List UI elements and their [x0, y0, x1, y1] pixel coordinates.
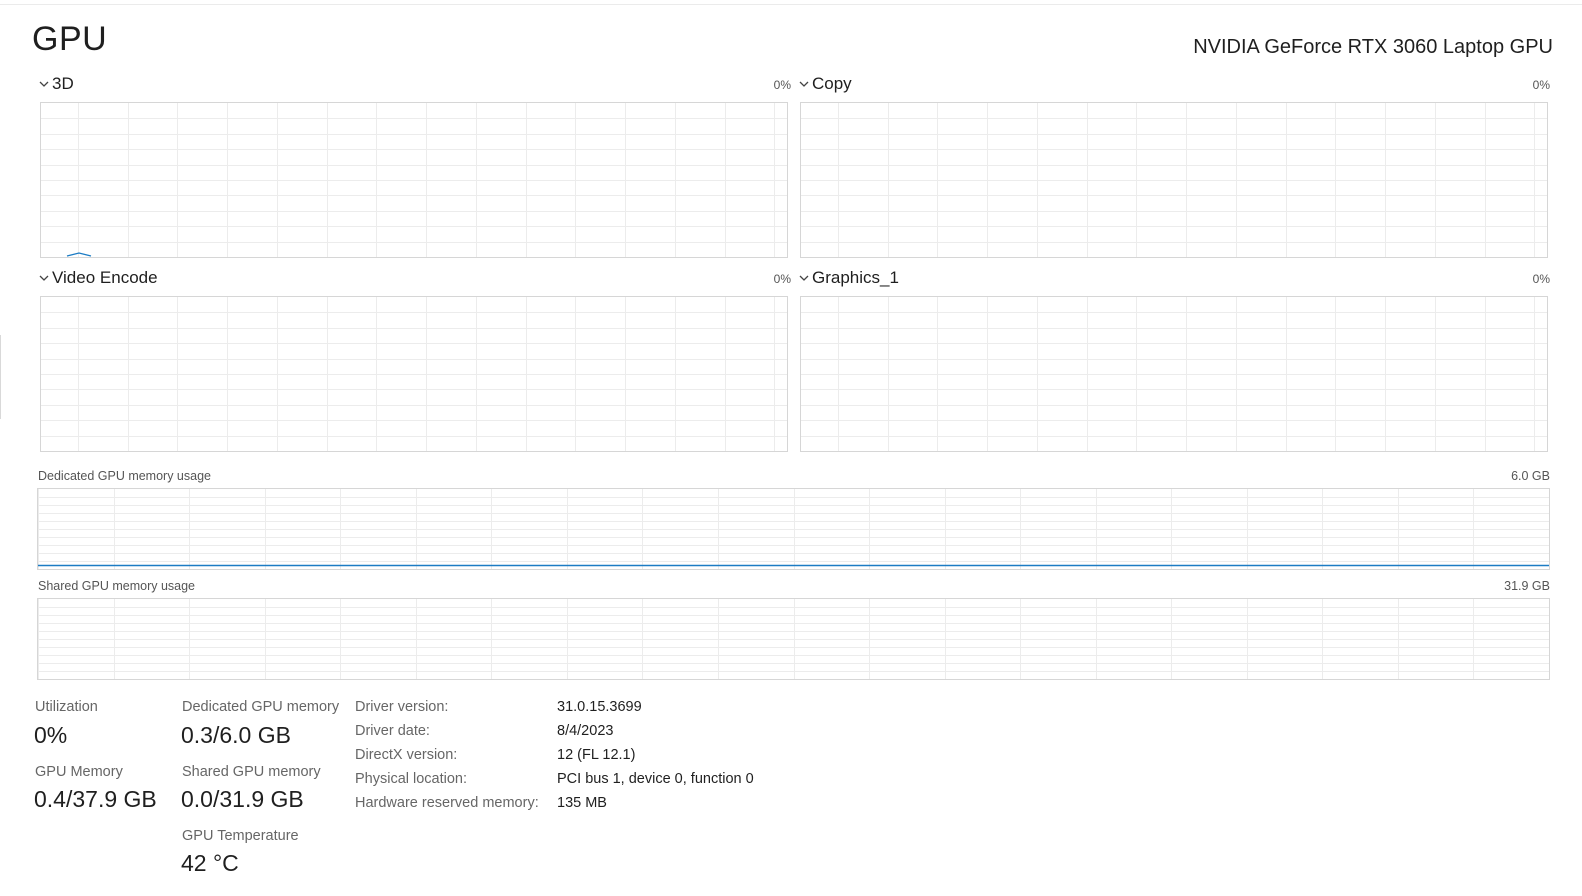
engine-selector-3d[interactable]: 3D	[38, 74, 74, 94]
gpu-temperature-value: 42 °C	[181, 850, 239, 876]
dedicated-memory-value: 0.3/6.0 GB	[181, 722, 291, 748]
engine-name: Graphics_1	[812, 268, 899, 287]
utilization-value: 0%	[34, 722, 68, 748]
gpu-name: NVIDIA GeForce RTX 3060 Laptop GPU	[1193, 36, 1553, 58]
engine-selector-video-encode[interactable]: Video Encode	[38, 268, 158, 288]
graph-grid	[41, 103, 787, 257]
dedicated-memory-graph-max: 6.0 GB	[1511, 469, 1550, 483]
utilization-label: Utilization	[35, 699, 98, 715]
driver-date-label: Driver date:	[355, 723, 430, 739]
graph-grid	[801, 103, 1547, 257]
page-title: GPU	[32, 20, 108, 58]
engine-name: Copy	[812, 74, 852, 93]
gpu-memory-value: 0.4/37.9 GB	[34, 786, 157, 812]
engine-graph-graphics-1	[800, 296, 1548, 452]
driver-version-value: 31.0.15.3699	[557, 699, 642, 715]
engine-graph-copy	[800, 102, 1548, 258]
graph-grid	[801, 297, 1547, 451]
top-divider	[0, 4, 1582, 5]
shared-memory-graph-label: Shared GPU memory usage	[38, 579, 196, 593]
dedicated-memory-graph-label: Dedicated GPU memory usage	[38, 469, 211, 483]
engine-percent: 0%	[773, 78, 791, 92]
engine-percent: 0%	[1532, 78, 1550, 92]
shared-memory-value: 0.0/31.9 GB	[181, 786, 304, 812]
chevron-down-icon	[39, 275, 49, 281]
driver-version-label: Driver version:	[355, 699, 449, 715]
directx-version-value: 12 (FL 12.1)	[557, 747, 636, 763]
chevron-down-icon	[39, 81, 49, 87]
side-scroll-edge	[0, 335, 1, 419]
hardware-reserved-memory-label: Hardware reserved memory:	[355, 795, 539, 811]
engine-percent: 0%	[773, 272, 791, 286]
engine-selector-copy[interactable]: Copy	[798, 74, 852, 94]
graph-grid	[38, 599, 1549, 679]
engine-name: Video Encode	[52, 268, 158, 287]
physical-location-value: PCI bus 1, device 0, function 0	[557, 771, 754, 787]
dedicated-memory-label: Dedicated GPU memory	[182, 699, 340, 715]
graph-grid	[38, 489, 1549, 569]
dedicated-memory-graph	[37, 488, 1550, 570]
directx-version-label: DirectX version:	[355, 747, 458, 763]
driver-date-value: 8/4/2023	[557, 723, 614, 739]
engine-graph-video-encode	[40, 296, 788, 452]
engine-percent: 0%	[1532, 272, 1550, 286]
engine-name: 3D	[52, 74, 74, 93]
chevron-down-icon	[799, 275, 809, 281]
chevron-down-icon	[799, 81, 809, 87]
gpu-temperature-label: GPU Temperature	[182, 828, 299, 844]
engine-graph-3d	[40, 102, 788, 258]
shared-memory-graph-max: 31.9 GB	[1504, 579, 1550, 593]
physical-location-label: Physical location:	[355, 771, 468, 787]
hardware-reserved-memory-value: 135 MB	[557, 795, 607, 811]
engine-selector-graphics-1[interactable]: Graphics_1	[798, 268, 899, 288]
shared-memory-label: Shared GPU memory	[182, 764, 321, 780]
gpu-memory-label: GPU Memory	[35, 764, 123, 780]
graph-grid	[41, 297, 787, 451]
shared-memory-graph	[37, 598, 1550, 680]
